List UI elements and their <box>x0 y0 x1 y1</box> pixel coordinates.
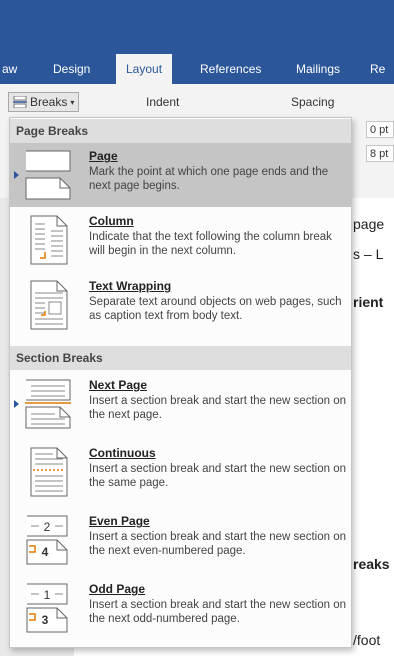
menu-item-even-page[interactable]: 2 4 Even Page Insert a section break and… <box>10 508 351 572</box>
page-number-badge: 1 <box>44 588 51 602</box>
menu-item-next-page[interactable]: Next Page Insert a section break and sta… <box>10 372 351 436</box>
menu-item-title: Odd Page <box>89 582 146 596</box>
menu-item-continuous[interactable]: Continuous Insert a section break and st… <box>10 440 351 504</box>
menu-item-title: Next Page <box>89 378 148 392</box>
spacing-before-field[interactable]: 0 pt <box>366 121 394 138</box>
menu-item-title: Page <box>89 149 118 163</box>
page-number-badge: 4 <box>42 545 49 559</box>
menu-item-desc: Indicate that the text following the col… <box>89 231 332 257</box>
spacing-label: Spacing <box>291 95 335 109</box>
menu-item-desc: Mark the point at which one page ends an… <box>89 166 329 192</box>
document-line: s – L <box>353 246 384 262</box>
spacing-after-field[interactable]: 8 pt <box>366 145 394 162</box>
section-breaks-header: Section Breaks <box>10 346 351 370</box>
even-page-break-icon: 2 4 <box>26 515 68 565</box>
chevron-down-icon: ▾ <box>70 97 75 107</box>
menu-item-title: Text Wrapping <box>89 279 172 293</box>
page-number-badge: 3 <box>42 613 49 627</box>
continuous-break-icon <box>30 447 68 497</box>
page-number-badge: 2 <box>44 520 51 534</box>
menu-item-page[interactable]: Page Mark the point at which one page en… <box>10 143 351 207</box>
document-line: reaks <box>353 556 390 572</box>
menu-item-odd-page[interactable]: 1 3 Odd Page Insert a section break and … <box>10 576 351 640</box>
menu-item-desc: Insert a section break and start the new… <box>89 599 346 625</box>
text-wrapping-break-icon <box>30 280 68 330</box>
menu-item-desc: Insert a section break and start the new… <box>89 531 346 557</box>
menu-item-desc: Insert a section break and start the new… <box>89 463 346 489</box>
document-line: rient <box>353 294 384 310</box>
page-break-icon <box>25 150 71 200</box>
menu-item-column[interactable]: Column Indicate that the text following … <box>10 208 351 272</box>
tab-review[interactable]: Re <box>370 62 385 76</box>
tab-references[interactable]: References <box>200 62 261 76</box>
menu-item-title: Even Page <box>89 514 150 528</box>
breaks-menu: Page Breaks Page Mark the point at which… <box>9 117 352 648</box>
ribbon-tab-bar: aw Design Layout References Mailings Re <box>0 0 394 84</box>
menu-item-text-wrapping[interactable]: Text Wrapping Separate text around objec… <box>10 273 351 337</box>
breaks-button[interactable]: Breaks ▾ <box>8 92 80 112</box>
indent-label: Indent <box>146 95 180 109</box>
tab-mailings[interactable]: Mailings <box>296 62 340 76</box>
tab-design[interactable]: Design <box>53 62 90 76</box>
next-page-break-icon <box>25 379 71 429</box>
page-breaks-header: Page Breaks <box>10 119 351 143</box>
breaks-label: Breaks <box>30 95 68 109</box>
tab-layout[interactable]: Layout <box>116 54 173 84</box>
document-line: page <box>353 216 385 232</box>
breaks-icon <box>13 96 27 108</box>
selection-arrow-icon <box>14 171 19 179</box>
menu-item-title: Column <box>89 214 134 228</box>
odd-page-break-icon: 1 3 <box>26 583 68 633</box>
menu-item-title: Continuous <box>89 446 156 460</box>
menu-item-desc: Insert a section break and start the new… <box>89 395 346 421</box>
column-break-icon <box>30 215 68 265</box>
selection-arrow-icon <box>14 400 19 408</box>
document-line: /foot <box>353 632 381 648</box>
tab-draw[interactable]: aw <box>2 62 17 76</box>
menu-item-desc: Separate text around objects on web page… <box>89 296 342 322</box>
